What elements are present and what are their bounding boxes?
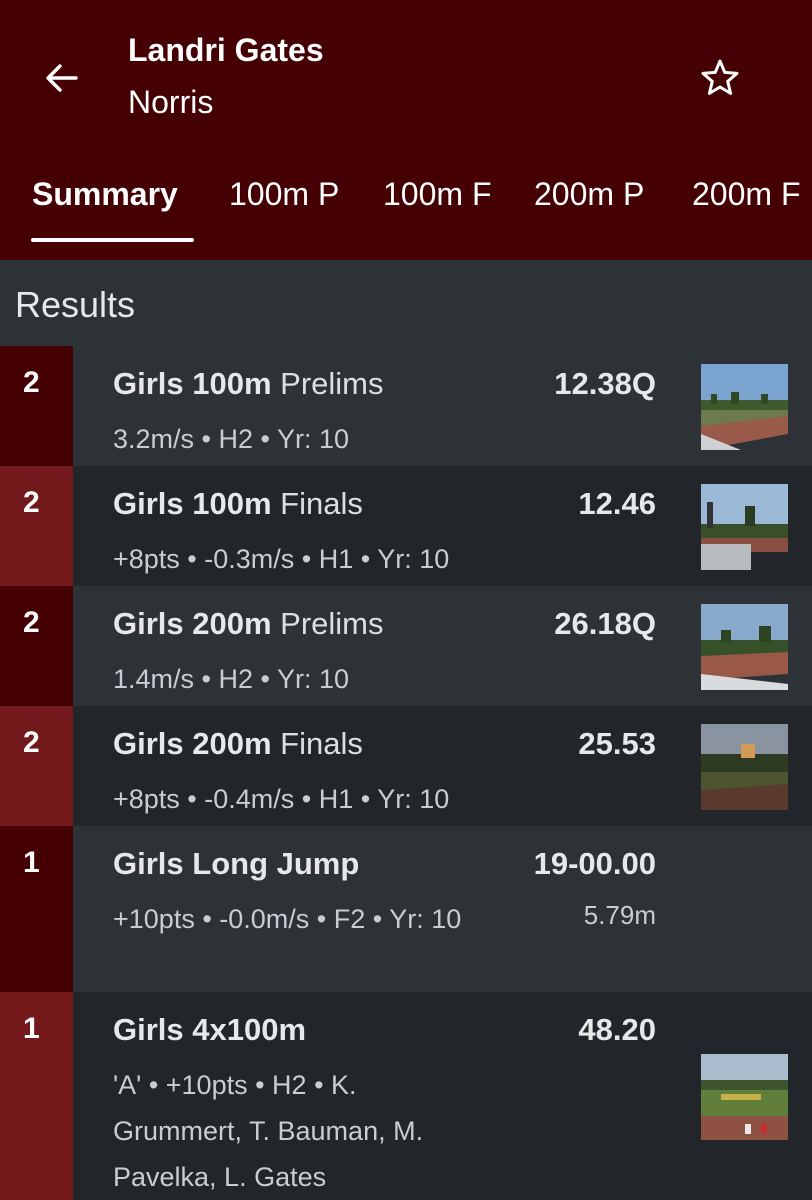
place-number: 1 (23, 1012, 40, 1045)
result-details: +10pts • -0.0m/s • F2 • Yr: 10 (113, 904, 462, 934)
star-outline-icon (701, 59, 739, 95)
event-bold: Girls 100m (113, 486, 272, 521)
result-body: Girls 100m Prelims 12.38Q 3.2m/s • H2 • … (73, 346, 812, 466)
result-body: Girls 200m Finals 25.53 +8pts • -0.4m/s … (73, 706, 812, 826)
tab-100m-finals[interactable]: 100m F (383, 176, 491, 213)
event-round: Finals (271, 486, 363, 521)
event-name: Girls Long Jump (113, 846, 359, 882)
athlete-name: Landri Gates (128, 32, 324, 68)
result-details: 1.4m/s • H2 • Yr: 10 (113, 664, 349, 694)
arrow-left-icon (46, 64, 78, 92)
place-number: 2 (23, 606, 40, 639)
event-name: Girls 4x100m (113, 1012, 306, 1048)
race-photo-thumbnail[interactable] (701, 604, 788, 690)
event-round: Prelims (271, 366, 384, 401)
result-mark: 19-00.00 (533, 846, 656, 881)
place-number: 2 (23, 366, 40, 399)
back-button[interactable] (40, 56, 84, 100)
tab-200m-finals[interactable]: 200m F (692, 176, 800, 213)
event-bold: Girls 200m (113, 726, 272, 761)
tab-100m-prelims[interactable]: 100m P (229, 176, 339, 213)
result-body: Girls 200m Prelims 26.18Q 1.4m/s • H2 • … (73, 586, 812, 706)
event-name: Girls 100m Prelims (113, 366, 384, 402)
result-row[interactable]: 1 Girls 4x100m 48.20 'A' • +10pts • H2 •… (0, 992, 812, 1200)
place-number: 1 (23, 846, 40, 879)
place-cell: 1 (0, 992, 73, 1200)
tab-summary[interactable]: Summary (32, 176, 178, 213)
school-name: Norris (128, 84, 214, 120)
place-number: 2 (23, 726, 40, 759)
place-number: 2 (23, 486, 40, 519)
results-section-header: Results (0, 260, 812, 346)
result-mark: 48.20 (578, 1012, 656, 1047)
result-mark: 12.38Q (554, 366, 656, 401)
event-name: Girls 200m Finals (113, 726, 363, 762)
result-body: Girls 4x100m 48.20 'A' • +10pts • H2 • K… (73, 992, 812, 1200)
event-name: Girls 200m Prelims (113, 606, 384, 642)
result-mark: 25.53 (578, 726, 656, 761)
event-name: Girls 100m Finals (113, 486, 363, 522)
event-bold: Girls 200m (113, 606, 272, 641)
result-details: +8pts • -0.4m/s • H1 • Yr: 10 (113, 784, 450, 814)
race-photo-thumbnail[interactable] (701, 724, 788, 810)
place-cell: 2 (0, 466, 73, 586)
place-cell: 2 (0, 586, 73, 706)
place-cell: 2 (0, 346, 73, 466)
place-cell: 1 (0, 826, 73, 992)
result-body: Girls 100m Finals 12.46 +8pts • -0.3m/s … (73, 466, 812, 586)
result-mark: 26.18Q (554, 606, 656, 641)
race-photo-thumbnail[interactable] (701, 1054, 788, 1140)
result-details: +8pts • -0.3m/s • H1 • Yr: 10 (113, 544, 450, 574)
favorite-button[interactable] (698, 56, 742, 100)
result-row[interactable]: 2 Girls 200m Finals 25.53 +8pts • -0.4m/… (0, 706, 812, 826)
event-bold: Girls 100m (113, 366, 272, 401)
result-mark-metric: 5.79m (583, 900, 656, 930)
tab-200m-prelims[interactable]: 200m P (534, 176, 644, 213)
event-round: Prelims (271, 606, 384, 641)
result-body: Girls Long Jump 19-00.00 5.79m +10pts • … (73, 826, 812, 992)
result-mark: 12.46 (578, 486, 656, 521)
result-details: 3.2m/s • H2 • Yr: 10 (113, 424, 349, 454)
app-header: Landri Gates Norris Summary 100m P 100m … (0, 0, 812, 260)
race-photo-thumbnail[interactable] (701, 484, 788, 570)
result-row[interactable]: 2 Girls 100m Finals 12.46 +8pts • -0.3m/… (0, 466, 812, 586)
result-row[interactable]: 1 Girls Long Jump 19-00.00 5.79m +10pts … (0, 826, 812, 992)
active-tab-indicator (31, 238, 194, 242)
result-row[interactable]: 2 Girls 200m Prelims 26.18Q 1.4m/s • H2 … (0, 586, 812, 706)
place-cell: 2 (0, 706, 73, 826)
event-round: Finals (271, 726, 363, 761)
event-bold: Girls Long Jump (113, 846, 360, 881)
section-title: Results (15, 284, 136, 325)
result-row[interactable]: 2 Girls 100m Prelims 12.38Q 3.2m/s • H2 … (0, 346, 812, 466)
result-details: 'A' • +10pts • H2 • K. Grummert, T. Baum… (113, 1070, 424, 1192)
event-tabs: Summary 100m P 100m F 200m P 200m F (0, 166, 812, 260)
event-bold: Girls 4x100m (113, 1012, 307, 1047)
race-photo-thumbnail[interactable] (701, 364, 788, 450)
